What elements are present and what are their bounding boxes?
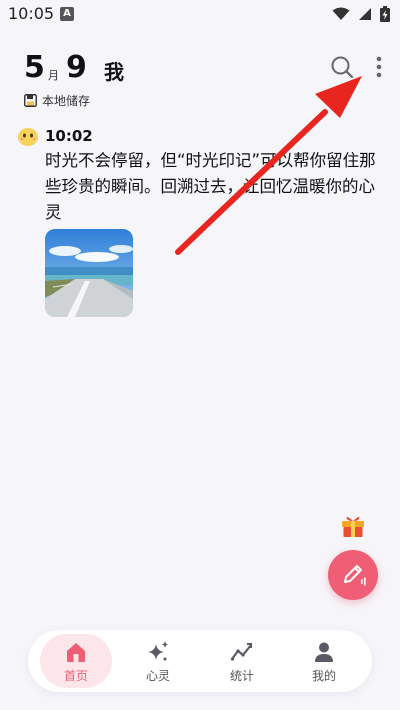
nav-mine-label: 我的: [311, 669, 336, 683]
status-bar: 10:05 A: [0, 0, 400, 28]
compose-button[interactable]: [328, 550, 378, 600]
status-icons: [332, 5, 390, 23]
entry-text[interactable]: 时光不会停留，但“时光印记”可以帮你留住那些珍贵的瞬间。回溯过去，让回忆温暖你的…: [45, 148, 385, 226]
month-unit: 月: [48, 69, 59, 82]
storage-indicator[interactable]: 本地储存: [24, 92, 90, 109]
nav-soul-label: 心灵: [145, 669, 170, 683]
page-title: 我: [104, 60, 124, 84]
entry-photo[interactable]: [45, 229, 133, 317]
floppy-disk-icon: [24, 94, 37, 107]
pen-voice-icon: [344, 565, 366, 586]
cellular-icon: [359, 8, 371, 20]
wifi-icon: [332, 7, 350, 20]
battery-charging-icon: [380, 6, 390, 22]
entry-time: 10:02: [45, 127, 93, 145]
storage-label: 本地储存: [42, 94, 91, 108]
search-icon[interactable]: [330, 55, 354, 79]
sparkle-icon: [148, 641, 168, 661]
mood-emoji-icon: [18, 128, 38, 146]
bottom-nav: 首页 心灵 统计 我的: [28, 630, 372, 692]
nav-mine[interactable]: 我的: [284, 630, 364, 692]
gift-icon[interactable]: [340, 512, 366, 538]
notification-a-icon: A: [60, 7, 74, 21]
more-vertical-icon[interactable]: [370, 53, 388, 81]
person-icon: [315, 642, 333, 662]
day-number: 9: [66, 50, 87, 85]
status-time: 10:05: [8, 4, 55, 23]
nav-stats-label: 统计: [229, 669, 254, 683]
nav-stats[interactable]: 统计: [202, 630, 282, 692]
home-icon: [67, 643, 85, 662]
month-number: 5: [24, 50, 45, 85]
nav-soul[interactable]: 心灵: [118, 630, 198, 692]
seaside-road-photo: [45, 229, 133, 317]
nav-home[interactable]: 首页: [36, 630, 116, 692]
nav-home-label: 首页: [63, 669, 88, 683]
trend-line-icon: [230, 643, 252, 661]
